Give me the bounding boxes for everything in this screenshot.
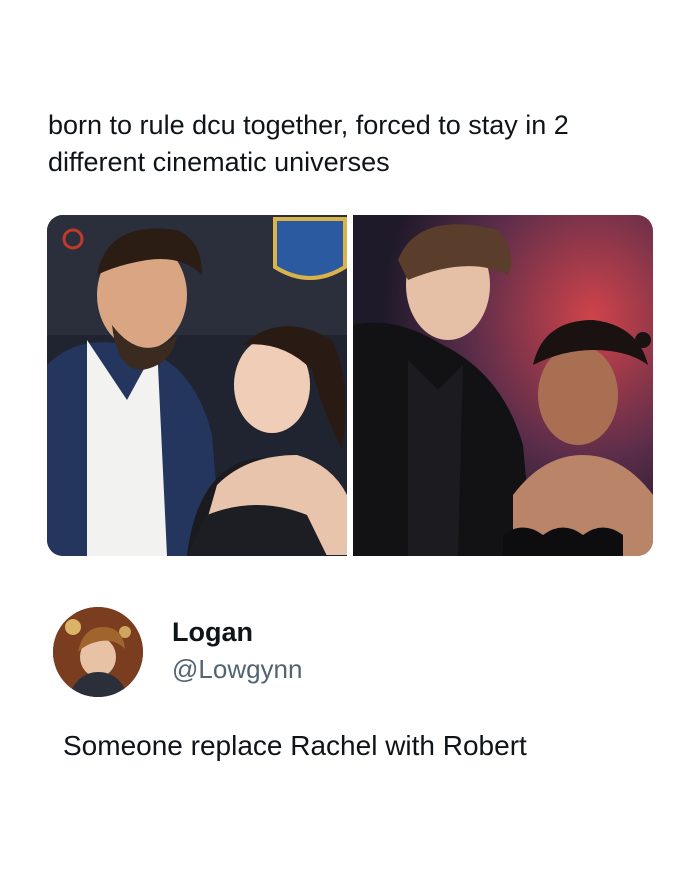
reply-author-handle[interactable]: @Lowgynn [172,654,302,685]
couple-photo-right-image [353,215,653,556]
avatar[interactable] [53,607,143,697]
photo-grid[interactable] [47,215,653,556]
reply-header: Logan @Lowgynn [53,607,653,702]
avatar-image [53,607,143,697]
photo-left[interactable] [47,215,347,556]
photo-right[interactable] [353,215,653,556]
reply-text: Someone replace Rachel with Robert [63,730,527,761]
couple-photo-left-image [47,215,347,556]
post-text: born to rule dcu together, forced to sta… [48,110,569,177]
studio-logo-shape [273,217,347,280]
reply-author-name[interactable]: Logan [172,617,253,648]
